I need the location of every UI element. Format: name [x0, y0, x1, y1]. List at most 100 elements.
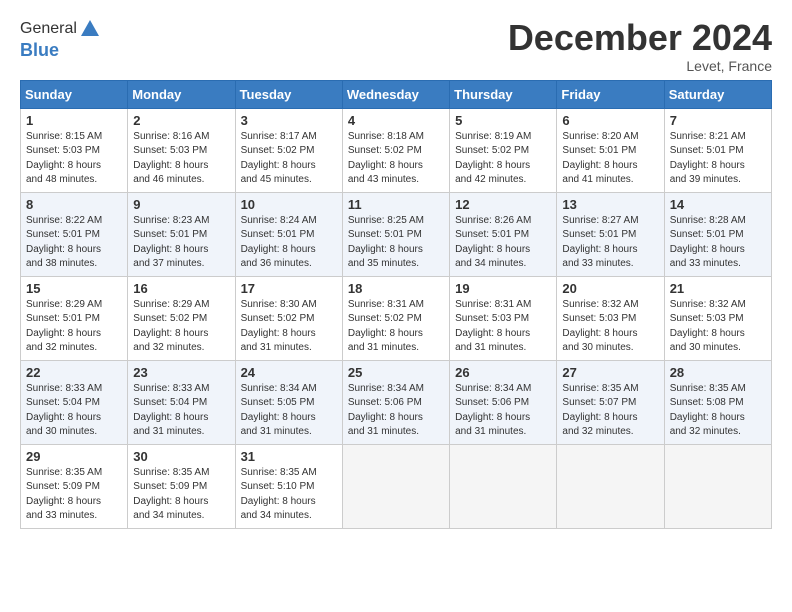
day-number: 22 [26, 365, 123, 380]
day-number: 17 [241, 281, 338, 296]
day-of-week-header: Sunday [21, 80, 128, 108]
calendar-cell: 26 Sunrise: 8:34 AM Sunset: 5:06 PM Dayli… [450, 360, 557, 444]
day-details: Sunrise: 8:35 AM Sunset: 5:09 PM Dayligh… [133, 466, 230, 524]
day-details: Sunrise: 8:29 AM Sunset: 5:02 PM Dayligh… [133, 298, 230, 356]
day-number: 11 [348, 197, 445, 212]
day-number: 14 [670, 197, 767, 212]
day-details: Sunrise: 8:34 AM Sunset: 5:06 PM Dayligh… [348, 382, 445, 440]
day-number: 9 [133, 197, 230, 212]
day-number: 21 [670, 281, 767, 296]
day-details: Sunrise: 8:31 AM Sunset: 5:02 PM Dayligh… [348, 298, 445, 356]
calendar-cell: 14 Sunrise: 8:28 AM Sunset: 5:01 PM Dayli… [664, 192, 771, 276]
day-details: Sunrise: 8:15 AM Sunset: 5:03 PM Dayligh… [26, 130, 123, 188]
calendar-cell: 5 Sunrise: 8:19 AM Sunset: 5:02 PM Daylig… [450, 108, 557, 192]
day-details: Sunrise: 8:29 AM Sunset: 5:01 PM Dayligh… [26, 298, 123, 356]
day-number: 3 [241, 113, 338, 128]
day-of-week-header: Friday [557, 80, 664, 108]
calendar-cell: 25 Sunrise: 8:34 AM Sunset: 5:06 PM Dayli… [342, 360, 449, 444]
day-number: 18 [348, 281, 445, 296]
calendar-cell: 15Sunrise: 8:29 AM Sunset: 5:01 PM Dayli… [21, 276, 128, 360]
day-details: Sunrise: 8:17 AM Sunset: 5:02 PM Dayligh… [241, 130, 338, 188]
day-details: Sunrise: 8:35 AM Sunset: 5:07 PM Dayligh… [562, 382, 659, 440]
day-details: Sunrise: 8:19 AM Sunset: 5:02 PM Dayligh… [455, 130, 552, 188]
day-number: 24 [241, 365, 338, 380]
day-details: Sunrise: 8:33 AM Sunset: 5:04 PM Dayligh… [133, 382, 230, 440]
day-details: Sunrise: 8:35 AM Sunset: 5:08 PM Dayligh… [670, 382, 767, 440]
calendar-cell: 4Sunrise: 8:18 AM Sunset: 5:02 PM Daylig… [342, 108, 449, 192]
day-of-week-header: Monday [128, 80, 235, 108]
day-number: 5 [455, 113, 552, 128]
calendar-cell [450, 444, 557, 528]
day-number: 10 [241, 197, 338, 212]
day-number: 6 [562, 113, 659, 128]
calendar-cell: 11Sunrise: 8:25 AM Sunset: 5:01 PM Dayli… [342, 192, 449, 276]
calendar-cell: 30Sunrise: 8:35 AM Sunset: 5:09 PM Dayli… [128, 444, 235, 528]
title-block: December 2024 Levet, France [508, 18, 772, 74]
day-number: 13 [562, 197, 659, 212]
day-number: 27 [562, 365, 659, 380]
day-number: 2 [133, 113, 230, 128]
day-details: Sunrise: 8:34 AM Sunset: 5:05 PM Dayligh… [241, 382, 338, 440]
calendar-cell: 22 Sunrise: 8:33 AM Sunset: 5:04 PM Dayli… [21, 360, 128, 444]
day-details: Sunrise: 8:35 AM Sunset: 5:10 PM Dayligh… [241, 466, 338, 524]
day-number: 25 [348, 365, 445, 380]
day-number: 7 [670, 113, 767, 128]
day-number: 23 [133, 365, 230, 380]
day-details: Sunrise: 8:20 AM Sunset: 5:01 PM Dayligh… [562, 130, 659, 188]
day-number: 12 [455, 197, 552, 212]
calendar-cell [664, 444, 771, 528]
day-of-week-header: Saturday [664, 80, 771, 108]
day-details: Sunrise: 8:31 AM Sunset: 5:03 PM Dayligh… [455, 298, 552, 356]
day-number: 8 [26, 197, 123, 212]
day-number: 26 [455, 365, 552, 380]
day-details: Sunrise: 8:28 AM Sunset: 5:01 PM Dayligh… [670, 214, 767, 272]
day-of-week-header: Thursday [450, 80, 557, 108]
calendar-cell [557, 444, 664, 528]
calendar-cell: 20 Sunrise: 8:32 AM Sunset: 5:03 PM Dayli… [557, 276, 664, 360]
day-number: 16 [133, 281, 230, 296]
day-details: Sunrise: 8:27 AM Sunset: 5:01 PM Dayligh… [562, 214, 659, 272]
day-number: 19 [455, 281, 552, 296]
calendar-cell: 7 Sunrise: 8:21 AM Sunset: 5:01 PM Daylig… [664, 108, 771, 192]
calendar-cell: 23 Sunrise: 8:33 AM Sunset: 5:04 PM Dayli… [128, 360, 235, 444]
month-title: December 2024 [508, 18, 772, 58]
day-details: Sunrise: 8:34 AM Sunset: 5:06 PM Dayligh… [455, 382, 552, 440]
calendar-cell: 31 Sunrise: 8:35 AM Sunset: 5:10 PM Dayli… [235, 444, 342, 528]
calendar-cell: 27 Sunrise: 8:35 AM Sunset: 5:07 PM Dayli… [557, 360, 664, 444]
calendar-cell: 29 Sunrise: 8:35 AM Sunset: 5:09 PM Dayli… [21, 444, 128, 528]
day-number: 28 [670, 365, 767, 380]
day-details: Sunrise: 8:35 AM Sunset: 5:09 PM Dayligh… [26, 466, 123, 524]
day-details: Sunrise: 8:30 AM Sunset: 5:02 PM Dayligh… [241, 298, 338, 356]
calendar-cell: 16 Sunrise: 8:29 AM Sunset: 5:02 PM Dayli… [128, 276, 235, 360]
day-number: 20 [562, 281, 659, 296]
day-of-week-header: Tuesday [235, 80, 342, 108]
day-details: Sunrise: 8:32 AM Sunset: 5:03 PM Dayligh… [670, 298, 767, 356]
calendar-cell: 1 Sunrise: 8:15 AM Sunset: 5:03 PM Daylig… [21, 108, 128, 192]
day-details: Sunrise: 8:33 AM Sunset: 5:04 PM Dayligh… [26, 382, 123, 440]
calendar-cell: 24 Sunrise: 8:34 AM Sunset: 5:05 PM Dayli… [235, 360, 342, 444]
day-number: 4 [348, 113, 445, 128]
calendar-cell: 18 Sunrise: 8:31 AM Sunset: 5:02 PM Dayli… [342, 276, 449, 360]
calendar-cell: 17 Sunrise: 8:30 AM Sunset: 5:02 PM Dayli… [235, 276, 342, 360]
calendar-cell: 10Sunrise: 8:24 AM Sunset: 5:01 PM Dayli… [235, 192, 342, 276]
calendar-cell [342, 444, 449, 528]
logo-general-text: General [20, 20, 77, 38]
day-details: Sunrise: 8:21 AM Sunset: 5:01 PM Dayligh… [670, 130, 767, 188]
calendar-cell: 21 Sunrise: 8:32 AM Sunset: 5:03 PM Dayli… [664, 276, 771, 360]
calendar-cell: 3 Sunrise: 8:17 AM Sunset: 5:02 PM Daylig… [235, 108, 342, 192]
day-number: 31 [241, 449, 338, 464]
calendar-cell: 2Sunrise: 8:16 AM Sunset: 5:03 PM Daylig… [128, 108, 235, 192]
logo-blue-text: Blue [20, 40, 101, 61]
logo-icon [79, 18, 101, 40]
day-number: 1 [26, 113, 123, 128]
day-details: Sunrise: 8:32 AM Sunset: 5:03 PM Dayligh… [562, 298, 659, 356]
logo: General Blue [20, 18, 101, 61]
location: Levet, France [508, 58, 772, 74]
calendar-cell: 13 Sunrise: 8:27 AM Sunset: 5:01 PM Dayli… [557, 192, 664, 276]
day-details: Sunrise: 8:23 AM Sunset: 5:01 PM Dayligh… [133, 214, 230, 272]
day-number: 29 [26, 449, 123, 464]
calendar-cell: 12Sunrise: 8:26 AM Sunset: 5:01 PM Dayli… [450, 192, 557, 276]
calendar-cell: 8Sunrise: 8:22 AM Sunset: 5:01 PM Daylig… [21, 192, 128, 276]
calendar-cell: 9 Sunrise: 8:23 AM Sunset: 5:01 PM Daylig… [128, 192, 235, 276]
calendar-cell: 19 Sunrise: 8:31 AM Sunset: 5:03 PM Dayli… [450, 276, 557, 360]
